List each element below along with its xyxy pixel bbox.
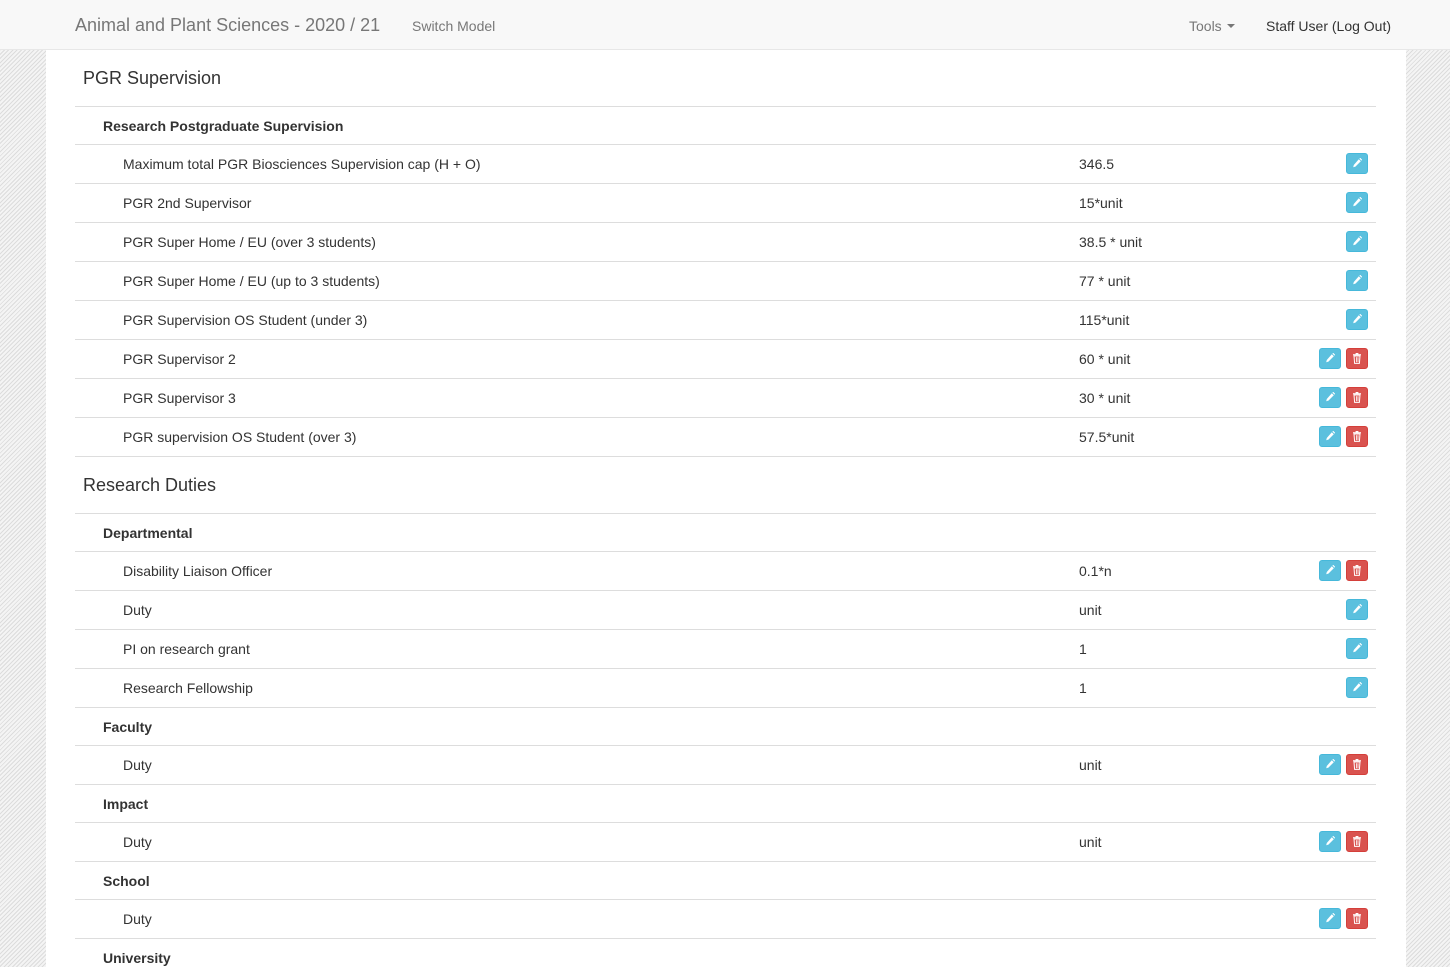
- group-header: Faculty: [75, 708, 1376, 746]
- table-row: PGR Supervisor 2 60 * unit: [75, 340, 1376, 379]
- tools-label: Tools: [1189, 18, 1222, 34]
- item-name: PI on research grant: [123, 641, 250, 657]
- group-header: Departmental: [75, 514, 1376, 552]
- item-name: PGR Supervision OS Student (under 3): [123, 312, 368, 328]
- table-row: PGR Supervision OS Student (under 3) 115*…: [75, 301, 1376, 340]
- delete-button[interactable]: [1346, 426, 1368, 447]
- group-header: University: [75, 939, 1376, 967]
- item-name: Disability Liaison Officer: [123, 563, 273, 579]
- section-title: PGR Supervision: [75, 50, 1376, 107]
- table-row: PGR supervision OS Student (over 3) 57.5*…: [75, 418, 1376, 457]
- duties-table: PGR Supervision Research Postgraduate Sup…: [75, 50, 1376, 967]
- edit-button[interactable]: [1346, 192, 1368, 213]
- table-row: Duty: [75, 900, 1376, 939]
- caret-down-icon: [1226, 24, 1235, 29]
- app-brand[interactable]: Animal and Plant Sciences - 2020 / 21: [75, 15, 380, 35]
- item-value: 57.5*unit: [1079, 429, 1135, 445]
- group-header: Impact: [75, 785, 1376, 823]
- item-name: PGR 2nd Supervisor: [123, 195, 252, 211]
- delete-button[interactable]: [1346, 754, 1368, 775]
- item-value: 1: [1079, 641, 1087, 657]
- edit-button[interactable]: [1346, 599, 1368, 620]
- item-name: Duty: [123, 757, 152, 773]
- top-navbar: Animal and Plant Sciences - 2020 / 21 Sw…: [0, 0, 1450, 50]
- table-row: Duty unit: [75, 746, 1376, 785]
- item-value: 30 * unit: [1079, 390, 1131, 406]
- item-value: unit: [1079, 602, 1102, 618]
- delete-button[interactable]: [1346, 560, 1368, 581]
- edit-button[interactable]: [1319, 831, 1341, 852]
- section-title: Research Duties: [75, 457, 1376, 514]
- tools-dropdown[interactable]: Tools: [1189, 17, 1235, 35]
- group-header: Research Postgraduate Supervision: [75, 107, 1376, 145]
- item-name: PGR Supervisor 3: [123, 390, 236, 406]
- edit-button[interactable]: [1346, 270, 1368, 291]
- edit-button[interactable]: [1319, 348, 1341, 369]
- item-name: PGR supervision OS Student (over 3): [123, 429, 357, 445]
- table-row: PI on research grant 1: [75, 630, 1376, 669]
- group-header: School: [75, 862, 1376, 900]
- item-value: 115*unit: [1079, 312, 1130, 328]
- main-container: PGR Supervision Research Postgraduate Sup…: [46, 50, 1406, 967]
- edit-button[interactable]: [1346, 309, 1368, 330]
- item-name: PGR Super Home / EU (over 3 students): [123, 234, 376, 250]
- item-name: Research Fellowship: [123, 680, 253, 696]
- item-value: unit: [1079, 757, 1102, 773]
- item-name: Duty: [123, 834, 152, 850]
- edit-button[interactable]: [1319, 754, 1341, 775]
- item-name: PGR Super Home / EU (up to 3 students): [123, 273, 380, 289]
- table-row: PGR 2nd Supervisor 15*unit: [75, 184, 1376, 223]
- item-name: Duty: [123, 911, 152, 927]
- delete-button[interactable]: [1346, 831, 1368, 852]
- table-row: Duty unit: [75, 823, 1376, 862]
- item-name: Maximum total PGR Biosciences Supervisio…: [123, 156, 481, 172]
- item-value: 346.5: [1079, 156, 1115, 172]
- edit-button[interactable]: [1346, 231, 1368, 252]
- delete-button[interactable]: [1346, 348, 1368, 369]
- item-value: unit: [1079, 834, 1102, 850]
- delete-button[interactable]: [1346, 908, 1368, 929]
- item-name: Duty: [123, 602, 152, 618]
- item-value: 77 * unit: [1079, 273, 1131, 289]
- logout-link[interactable]: Staff User (Log Out): [1266, 17, 1391, 35]
- table-row: PGR Super Home / EU (over 3 students) 38.…: [75, 223, 1376, 262]
- edit-button[interactable]: [1319, 426, 1341, 447]
- item-value: 38.5 * unit: [1079, 234, 1143, 250]
- switch-model-link[interactable]: Switch Model: [412, 17, 495, 35]
- item-value: 1: [1079, 680, 1087, 696]
- edit-button[interactable]: [1346, 153, 1368, 174]
- item-name: PGR Supervisor 2: [123, 351, 236, 367]
- table-row: Research Fellowship 1: [75, 669, 1376, 708]
- item-value: 15*unit: [1079, 195, 1123, 211]
- item-value: 0.1*n: [1079, 563, 1112, 579]
- edit-button[interactable]: [1319, 908, 1341, 929]
- table-row: PGR Supervisor 3 30 * unit: [75, 379, 1376, 418]
- edit-button[interactable]: [1319, 387, 1341, 408]
- delete-button[interactable]: [1346, 387, 1368, 408]
- table-row: Disability Liaison Officer 0.1*n: [75, 552, 1376, 591]
- item-value: 60 * unit: [1079, 351, 1131, 367]
- table-row: PGR Super Home / EU (up to 3 students) 77…: [75, 262, 1376, 301]
- table-row: Duty unit: [75, 591, 1376, 630]
- edit-button[interactable]: [1346, 677, 1368, 698]
- table-row: Maximum total PGR Biosciences Supervisio…: [75, 145, 1376, 184]
- edit-button[interactable]: [1319, 560, 1341, 581]
- edit-button[interactable]: [1346, 638, 1368, 659]
